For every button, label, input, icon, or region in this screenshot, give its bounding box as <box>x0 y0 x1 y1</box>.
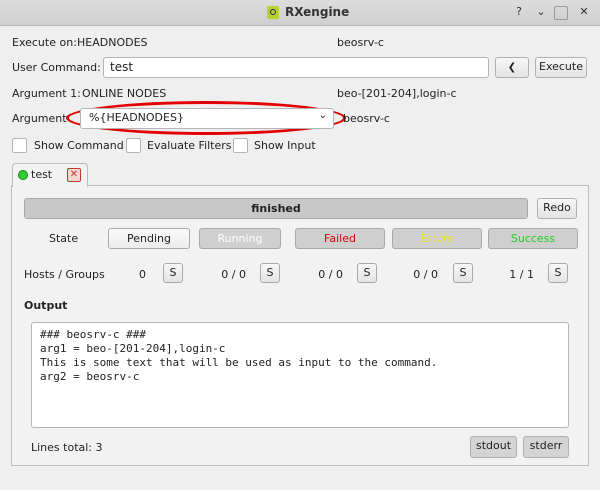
execute-button[interactable]: Execute <box>535 57 587 78</box>
running-count: 0 / 0 <box>221 268 246 281</box>
argument2-label: Argument <box>12 112 67 125</box>
tab-joiner <box>13 185 87 187</box>
argument1-label: Argument 1: <box>12 87 81 100</box>
execute-on-target: beosrv-c <box>337 36 384 49</box>
user-command-label: User Command: <box>12 61 101 74</box>
state-running[interactable]: Running <box>199 228 281 249</box>
app-logo-icon <box>267 6 279 19</box>
state-failed[interactable]: Failed <box>295 228 385 249</box>
failed-count: 0 / 0 <box>318 268 343 281</box>
failed-s-button[interactable]: S <box>357 263 377 283</box>
progress-label: finished <box>251 202 301 215</box>
hosts-groups-label: Hosts / Groups <box>24 268 105 281</box>
pending-s-button[interactable]: S <box>163 263 183 283</box>
lines-total: Lines total: 3 <box>31 441 103 454</box>
title-bar: RXengine ? ⌄ ✕ <box>0 0 600 26</box>
help-icon[interactable]: ? <box>511 5 527 21</box>
output-label: Output <box>24 299 68 312</box>
success-s-button[interactable]: S <box>548 263 568 283</box>
chevron-down-icon: ❮ <box>507 62 517 73</box>
tab-label: test <box>31 168 53 181</box>
status-dot-icon <box>18 170 28 180</box>
minimize-icon[interactable]: ⌄ <box>533 5 549 21</box>
argument2-resolved: beosrv-c <box>343 112 390 125</box>
window-title: RXengine <box>285 5 350 19</box>
close-tab-icon[interactable]: ✕ <box>67 168 81 182</box>
stdout-button[interactable]: stdout <box>470 436 517 458</box>
show-command-checkbox[interactable] <box>12 138 27 153</box>
execute-on-value: HEADNODES <box>77 36 148 49</box>
progress-bar: finished <box>24 198 528 219</box>
state-pending[interactable]: Pending <box>108 228 190 249</box>
state-success[interactable]: Success <box>488 228 578 249</box>
argument1-value: ONLINE NODES <box>82 87 167 100</box>
show-input-label: Show Input <box>254 139 316 152</box>
pending-count: 0 <box>139 268 146 281</box>
errors-count: 0 / 0 <box>413 268 438 281</box>
argument2-select[interactable]: %{HEADNODES} ⌄ <box>80 108 334 129</box>
command-history-dropdown[interactable]: ❮ <box>495 57 529 78</box>
output-line: ### beosrv-c ### <box>40 328 146 341</box>
output-line: This is some text that will be used as i… <box>40 356 438 369</box>
tab-test[interactable]: test ✕ <box>12 163 88 187</box>
execute-on-label: Execute on: <box>12 36 77 49</box>
close-icon[interactable]: ✕ <box>576 5 592 21</box>
evaluate-filters-checkbox[interactable] <box>126 138 141 153</box>
show-input-checkbox[interactable] <box>233 138 248 153</box>
maximize-icon[interactable] <box>554 6 568 20</box>
state-errors[interactable]: Errors <box>392 228 482 249</box>
running-s-button[interactable]: S <box>260 263 280 283</box>
output-line: arg1 = beo-[201-204],login-c <box>40 342 226 355</box>
argument2-selected: %{HEADNODES} <box>89 111 184 124</box>
stderr-button[interactable]: stderr <box>523 436 569 458</box>
user-command-input[interactable]: test <box>103 57 489 78</box>
output-text-area[interactable]: ### beosrv-c ### arg1 = beo-[201-204],log… <box>31 322 569 428</box>
show-command-label: Show Command <box>34 139 124 152</box>
argument1-resolved: beo-[201-204],login-c <box>337 87 457 100</box>
redo-button[interactable]: Redo <box>537 198 577 219</box>
state-label: State <box>49 232 79 245</box>
errors-s-button[interactable]: S <box>453 263 473 283</box>
chevron-down-icon: ⌄ <box>318 110 327 121</box>
evaluate-filters-label: Evaluate Filters <box>147 139 232 152</box>
success-count: 1 / 1 <box>509 268 534 281</box>
output-line: arg2 = beosrv-c <box>40 370 140 383</box>
